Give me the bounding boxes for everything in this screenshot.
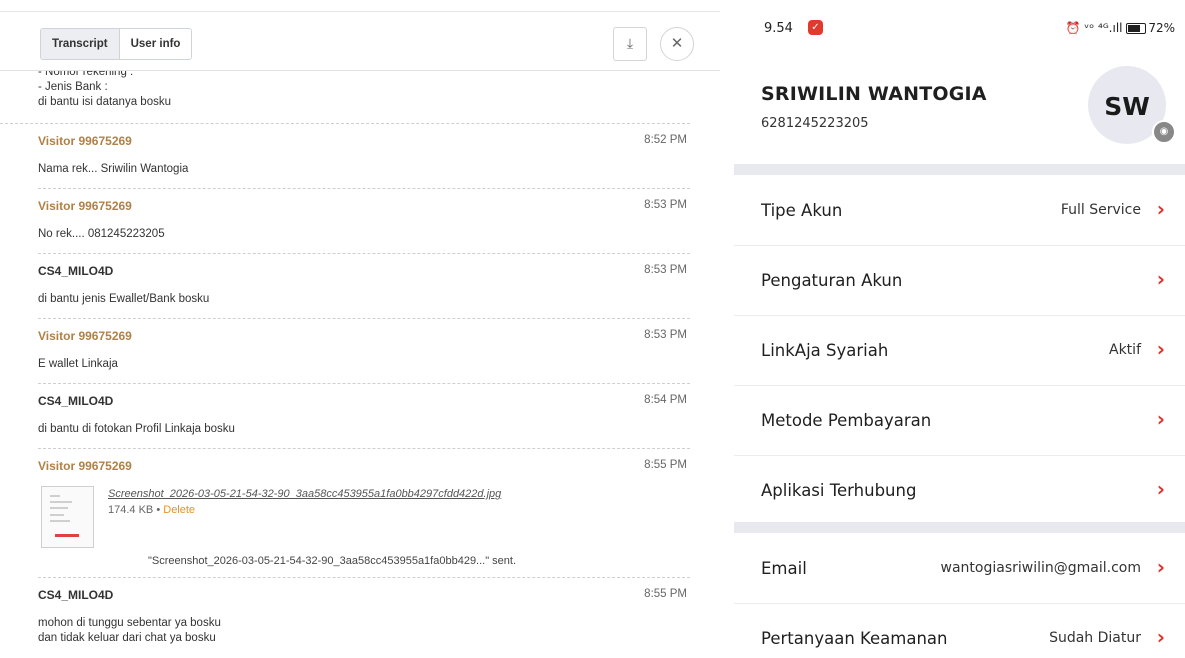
menu-row-pertanyaan-keamanan[interactable]: Pertanyaan Keamanan Sudah Diatur › xyxy=(734,603,1185,658)
row-label: Metode Pembayaran xyxy=(761,411,932,430)
row-label: Pengaturan Akun xyxy=(761,271,903,290)
message-line: - Jenis Bank : xyxy=(38,81,108,93)
chat-message: CS4_MILO4D 8:54 PM di bantu di fotokan P… xyxy=(38,384,690,449)
transcript-panel: Transcript User info ⤓ ✕ - Nomor rekenin… xyxy=(0,0,720,658)
battery-level: 72% xyxy=(1148,21,1175,35)
message-sender: CS4_MILO4D xyxy=(38,394,114,408)
chat-message: CS4_MILO4D 8:53 PM di bantu jenis Ewalle… xyxy=(38,254,690,319)
battery-icon xyxy=(1126,23,1147,34)
chevron-right-icon: › xyxy=(1156,477,1165,501)
message-text: E wallet Linkaja xyxy=(38,358,118,370)
section-separator xyxy=(734,522,1185,533)
message-sender: CS4_MILO4D xyxy=(38,264,114,278)
message-text-block: - Nomor rekening : - Jenis Bank : di ban… xyxy=(0,71,690,124)
close-button[interactable]: ✕ xyxy=(660,27,694,61)
menu-row-pengaturan-akun[interactable]: Pengaturan Akun › xyxy=(734,245,1185,316)
download-icon: ⤓ xyxy=(626,35,634,51)
file-meta: 174.4 KB • Delete xyxy=(108,504,195,516)
chevron-right-icon: › xyxy=(1156,407,1165,431)
file-message: Visitor 99675269 8:55 PM Screenshot_2026… xyxy=(38,449,690,578)
message-line: - Nomor rekening : xyxy=(38,71,134,78)
close-icon: ✕ xyxy=(670,35,684,52)
chevron-right-icon: › xyxy=(1156,197,1165,221)
message-line: di bantu isi datanya bosku xyxy=(38,96,171,108)
row-value: Full Service xyxy=(1060,202,1141,218)
file-thumbnail[interactable] xyxy=(41,486,94,548)
row-value: wantogiasriwilin@gmail.com xyxy=(940,560,1141,576)
app-notification-icon: ✓ xyxy=(808,20,823,35)
message-time: 8:55 PM xyxy=(644,588,687,600)
message-sender: Visitor 99675269 xyxy=(38,199,132,213)
row-label: Tipe Akun xyxy=(761,201,843,220)
status-indicators: ⏰ ᵛᵒ ⁴ᴳ.ıll 72% xyxy=(1065,21,1175,35)
menu-row-email[interactable]: Email wantogiasriwilin@gmail.com › xyxy=(734,533,1185,604)
status-bar: 9.54 ✓ ⏰ ᵛᵒ ⁴ᴳ.ıll 72% xyxy=(734,0,1185,58)
chat-message: Visitor 99675269 8:52 PM Nama rek... Sri… xyxy=(38,124,690,189)
message-text: No rek.... 081245223205 xyxy=(38,228,165,240)
download-button[interactable]: ⤓ xyxy=(613,27,647,61)
message-sender: Visitor 99675269 xyxy=(38,329,132,343)
row-value: Aktif xyxy=(1109,342,1141,358)
row-label: Aplikasi Terhubung xyxy=(761,481,917,500)
message-time: 8:53 PM xyxy=(644,199,687,211)
tab-transcript[interactable]: Transcript xyxy=(41,29,120,59)
menu-row-tipe-akun[interactable]: Tipe Akun Full Service › xyxy=(734,175,1185,246)
row-label: Email xyxy=(761,559,807,578)
message-time: 8:54 PM xyxy=(644,394,687,406)
message-sender: Visitor 99675269 xyxy=(38,134,132,148)
message-time: 8:55 PM xyxy=(644,459,687,471)
section-separator xyxy=(734,164,1185,175)
menu-row-aplikasi-terhubung[interactable]: Aplikasi Terhubung › xyxy=(734,455,1185,525)
phone-profile-screen: 9.54 ✓ ⏰ ᵛᵒ ⁴ᴳ.ıll 72% SRIWILIN WANTOGIA… xyxy=(734,0,1185,658)
row-label: Pertanyaan Keamanan xyxy=(761,629,948,648)
delete-file-link[interactable]: Delete xyxy=(163,504,195,516)
profile-name: SRIWILIN WANTOGIA xyxy=(761,83,987,105)
file-size: 174.4 KB xyxy=(108,504,154,516)
screenshot-divider xyxy=(720,0,734,658)
profile-header: SRIWILIN WANTOGIA 6281245223205 SW ◉ xyxy=(734,58,1185,164)
message-text: di bantu jenis Ewallet/Bank bosku xyxy=(38,293,210,305)
tab-group: Transcript User info xyxy=(40,28,193,60)
status-time: 9.54 xyxy=(764,21,793,36)
chevron-right-icon: › xyxy=(1156,337,1165,361)
file-name-link[interactable]: Screenshot_2026-03-05-21-54-32-90_3aa58c… xyxy=(108,488,501,500)
menu-row-metode-pembayaran[interactable]: Metode Pembayaran › xyxy=(734,385,1185,456)
message-sender: CS4_MILO4D xyxy=(38,588,114,602)
transcript-list[interactable]: - Nomor rekening : - Jenis Bank : di ban… xyxy=(0,71,720,658)
profile-phone: 6281245223205 xyxy=(761,116,869,131)
chevron-right-icon: › xyxy=(1156,555,1165,579)
message-text: Nama rek... Sriwilin Wantogia xyxy=(38,163,189,175)
message-time: 8:53 PM xyxy=(644,329,687,341)
file-sent-status: "Screenshot_2026-03-05-21-54-32-90_3aa58… xyxy=(148,555,517,567)
signal-icons: ⏰ ᵛᵒ ⁴ᴳ.ıll xyxy=(1065,21,1123,35)
menu-row-linkaja-syariah[interactable]: LinkAja Syariah Aktif › xyxy=(734,315,1185,386)
chat-message: Visitor 99675269 8:53 PM No rek.... 0812… xyxy=(38,189,690,254)
message-time: 8:53 PM xyxy=(644,264,687,276)
chat-message: Visitor 99675269 8:53 PM E wallet Linkaj… xyxy=(38,319,690,384)
camera-icon[interactable]: ◉ xyxy=(1152,120,1176,144)
message-text: dan tidak keluar dari chat ya bosku xyxy=(38,632,216,644)
chevron-right-icon: › xyxy=(1156,267,1165,291)
separator-dot: • xyxy=(156,504,161,516)
row-value: Sudah Diatur xyxy=(1049,630,1141,646)
message-text: di bantu di fotokan Profil Linkaja bosku xyxy=(38,423,235,435)
chat-message: CS4_MILO4D 8:55 PM mohon di tunggu seben… xyxy=(38,578,690,658)
message-text: mohon di tunggu sebentar ya bosku xyxy=(38,617,221,629)
message-sender: Visitor 99675269 xyxy=(38,459,132,473)
message-time: 8:52 PM xyxy=(644,134,687,146)
row-label: LinkAja Syariah xyxy=(761,341,889,360)
tab-user-info[interactable]: User info xyxy=(119,29,192,59)
transcript-header: Transcript User info ⤓ ✕ xyxy=(0,12,720,71)
chevron-right-icon: › xyxy=(1156,625,1165,649)
